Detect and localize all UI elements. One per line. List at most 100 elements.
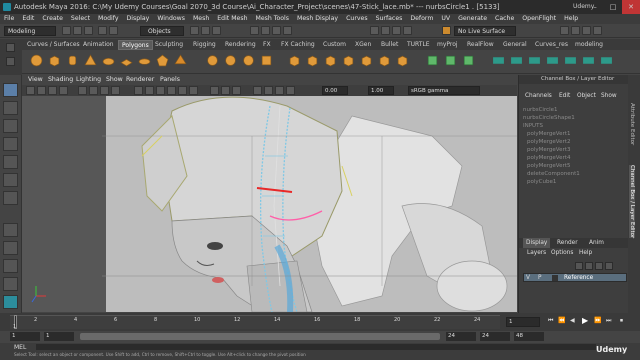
shelf-tab-bullet[interactable]: Bullet: [378, 40, 401, 50]
combine-icon[interactable]: [206, 54, 219, 67]
menu-create[interactable]: Create: [42, 15, 63, 22]
custom-shelf-green-5-icon[interactable]: [564, 54, 577, 67]
menu-surfaces[interactable]: Surfaces: [376, 15, 403, 22]
shelf-tab-animation[interactable]: Animation: [80, 40, 117, 50]
grid-toggle-icon[interactable]: [78, 86, 87, 95]
attribute-editor-tab[interactable]: Attribute Editor: [629, 103, 635, 145]
shelf-tab-fx[interactable]: FX: [260, 40, 274, 50]
snap-curve-icon[interactable]: [261, 26, 270, 35]
custom-shelf-green-1-icon[interactable]: [492, 54, 505, 67]
bookmark-icon[interactable]: [48, 86, 57, 95]
film-gate-icon[interactable]: [89, 86, 98, 95]
mel-label[interactable]: MEL: [14, 344, 26, 351]
menu-windows[interactable]: Windows: [157, 15, 185, 22]
shelf-tab-custom[interactable]: Custom: [320, 40, 349, 50]
mel-input[interactable]: [36, 344, 596, 350]
mirror-icon[interactable]: [462, 54, 475, 67]
shelf-options-icon[interactable]: [6, 43, 15, 52]
snap-surface-icon[interactable]: [283, 26, 292, 35]
poly-plane-icon[interactable]: [120, 54, 133, 67]
bridge-icon[interactable]: [306, 54, 319, 67]
custom-shelf-green-7-icon[interactable]: [600, 54, 613, 67]
poly-torus-icon[interactable]: [102, 54, 115, 67]
scale-tool-icon[interactable]: [3, 173, 18, 187]
menu-select[interactable]: Select: [71, 15, 90, 22]
separate-icon[interactable]: [224, 54, 237, 67]
outliner-layout-icon[interactable]: [3, 277, 18, 291]
rotate-tool-icon[interactable]: [3, 155, 18, 169]
custom-shelf-green-2-icon[interactable]: [510, 54, 523, 67]
poly-platonic-icon[interactable]: [156, 54, 169, 67]
smooth-icon[interactable]: [242, 54, 255, 67]
append-polygon-icon[interactable]: [342, 54, 355, 67]
colorspace-dropdown[interactable]: sRGB gamma: [408, 86, 480, 95]
poly-disc-icon[interactable]: [138, 54, 151, 67]
menu-openflight[interactable]: OpenFlight: [522, 15, 556, 22]
time-slider-track[interactable]: [10, 315, 500, 329]
viewport-menu-lighting[interactable]: Lighting: [76, 75, 101, 85]
menu-mesh-display[interactable]: Mesh Display: [297, 15, 338, 22]
playback-start-field[interactable]: 1: [44, 332, 74, 341]
input-node-item[interactable]: deleteComponent1: [527, 171, 580, 177]
boolean-icon[interactable]: [260, 54, 273, 67]
snap-point-icon[interactable]: [272, 26, 281, 35]
shelf-tab-fx-caching[interactable]: FX Caching: [278, 40, 318, 50]
move-layer-down-icon[interactable]: [585, 262, 593, 270]
ambient-occlusion-icon[interactable]: [253, 86, 262, 95]
shelf-tab-modeling[interactable]: modeling: [572, 40, 606, 50]
select-tool-icon[interactable]: [3, 83, 18, 97]
minimize-button[interactable]: –: [586, 0, 604, 14]
lighting-icon[interactable]: [178, 86, 187, 95]
menu-help[interactable]: Help: [564, 15, 578, 22]
options-menu[interactable]: Options: [551, 250, 573, 256]
help-menu[interactable]: Help: [579, 250, 592, 256]
paint-select-tool-icon[interactable]: [3, 119, 18, 133]
animation-end-field[interactable]: 48: [514, 332, 544, 341]
object-menu[interactable]: Object: [577, 93, 596, 99]
xray-icon[interactable]: [221, 86, 230, 95]
range-start-field[interactable]: 1: [10, 332, 40, 341]
select-by-object-icon[interactable]: [201, 26, 210, 35]
step-back-icon[interactable]: ⏪: [558, 317, 565, 324]
extrude-icon[interactable]: [288, 54, 301, 67]
channels-menu[interactable]: Channels: [525, 93, 552, 99]
move-tool-icon[interactable]: [3, 137, 18, 151]
range-slider[interactable]: [80, 333, 440, 340]
live-surface-field[interactable]: No Live Surface: [454, 26, 516, 36]
new-layer-icon[interactable]: [595, 262, 603, 270]
gate-mask-icon[interactable]: [111, 86, 120, 95]
go-to-end-icon[interactable]: ⏭: [606, 317, 611, 325]
new-scene-icon[interactable]: [62, 26, 71, 35]
menu-curves[interactable]: Curves: [346, 15, 367, 22]
textured-icon[interactable]: [167, 86, 176, 95]
shelf-tab-turtle[interactable]: TURTLE: [404, 40, 433, 50]
time-slider[interactable]: 1 2 4 6 8 10 12 14 16 18 20 22 24 1 ⏮ ⏪ …: [0, 313, 640, 331]
show-menu[interactable]: Show: [601, 93, 617, 99]
camera-select-icon[interactable]: [26, 86, 35, 95]
snap-grid-icon[interactable]: [250, 26, 259, 35]
channel-box-tab[interactable]: Channel Box / Layer Editor: [629, 165, 635, 239]
menu-uv[interactable]: UV: [441, 15, 450, 22]
menu-mesh[interactable]: Mesh: [193, 15, 209, 22]
select-by-hierarchy-icon[interactable]: [190, 26, 199, 35]
four-view-layout-icon[interactable]: [3, 241, 18, 255]
shape-item[interactable]: nurbsCircleShape1: [523, 115, 575, 121]
multi-cut-icon[interactable]: [378, 54, 391, 67]
input-node-item[interactable]: polyMergeVert5: [527, 163, 570, 169]
uv-editor-icon[interactable]: [444, 54, 457, 67]
layer-tab-anim[interactable]: Anim: [589, 238, 604, 248]
render-current-frame-icon[interactable]: [370, 26, 379, 35]
menu-cache[interactable]: Cache: [495, 15, 514, 22]
save-scene-icon[interactable]: [84, 26, 93, 35]
shelf-menu-icon[interactable]: [6, 57, 15, 66]
edit-menu[interactable]: Edit: [559, 93, 570, 99]
shelf-tab-realflow[interactable]: RealFlow: [464, 40, 497, 50]
fill-hole-icon[interactable]: [360, 54, 373, 67]
shelf-tab-sculpting[interactable]: Sculpting: [152, 40, 186, 50]
shelf-tab-general[interactable]: General: [500, 40, 530, 50]
layer-row[interactable]: V P Reference: [523, 273, 627, 282]
select-by-component-icon[interactable]: [212, 26, 221, 35]
playback-end-field[interactable]: 24: [446, 332, 476, 341]
camera-attributes-icon[interactable]: [37, 86, 46, 95]
step-forward-icon[interactable]: ⏩: [594, 317, 601, 324]
